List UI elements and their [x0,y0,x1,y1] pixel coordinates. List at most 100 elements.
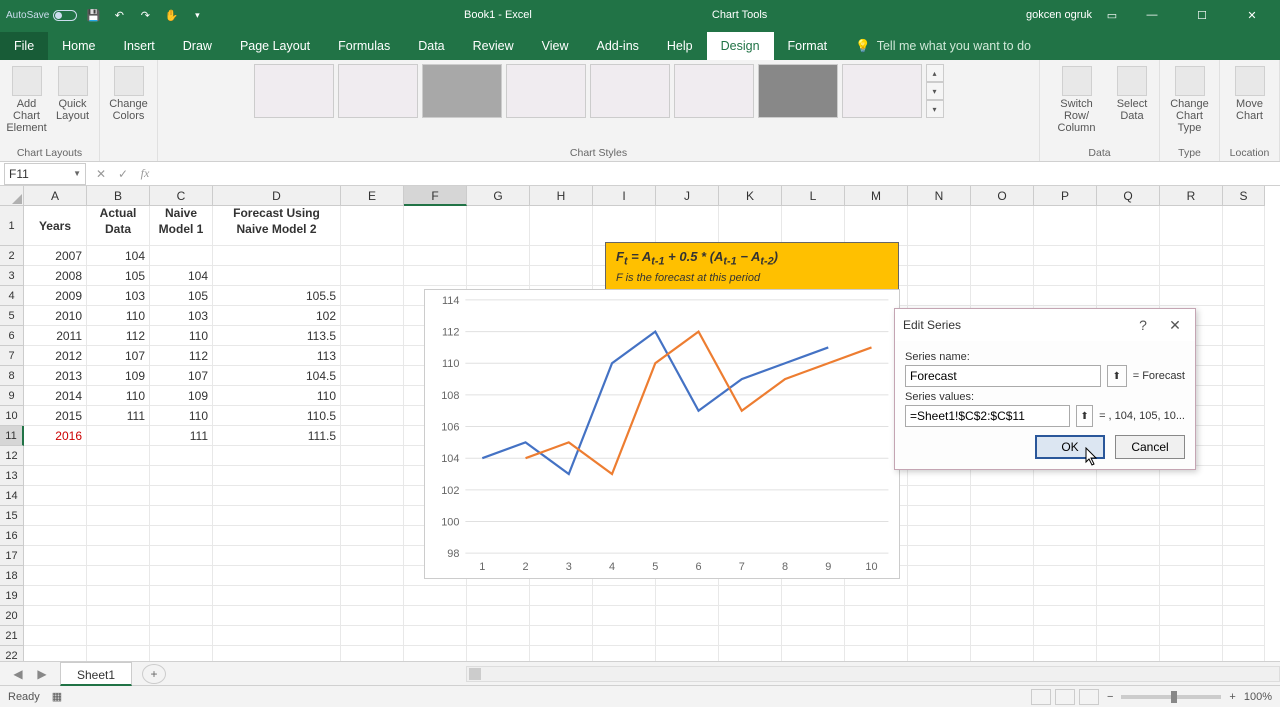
chart[interactable]: 9810010210410610811011211412345678910 [424,289,900,579]
fx-icon[interactable]: fx [134,164,156,184]
cell[interactable] [213,586,341,606]
collapse-range-icon[interactable]: ⬆ [1076,405,1093,427]
row-header[interactable]: 8 [0,366,24,386]
cell[interactable]: 2008 [24,266,87,286]
cell[interactable]: 103 [150,306,213,326]
save-icon[interactable]: 💾 [83,5,103,25]
cell[interactable]: 111 [87,406,150,426]
cell[interactable]: 113 [213,346,341,366]
cell[interactable] [719,586,782,606]
cell[interactable] [656,586,719,606]
cell[interactable] [150,506,213,526]
cell[interactable]: 2012 [24,346,87,366]
cell[interactable] [341,326,404,346]
enter-formula-icon[interactable]: ✓ [112,164,134,184]
row-header[interactable]: 15 [0,506,24,526]
cell[interactable] [1160,486,1223,506]
cell[interactable]: 104.5 [213,366,341,386]
quick-layout-button[interactable]: Quick Layout [52,64,94,124]
row-header[interactable]: 21 [0,626,24,646]
cell[interactable] [1223,306,1265,326]
cell[interactable] [213,606,341,626]
cell[interactable]: 2014 [24,386,87,406]
cell[interactable]: 112 [150,346,213,366]
cell[interactable] [341,626,404,646]
cell[interactable] [530,266,593,286]
chevron-down-icon[interactable]: ▼ [73,169,81,178]
cell[interactable] [719,646,782,661]
cell[interactable] [87,546,150,566]
cell[interactable] [1223,346,1265,366]
cell[interactable] [1160,626,1223,646]
cell[interactable] [593,586,656,606]
cell[interactable] [1097,626,1160,646]
cell[interactable] [341,266,404,286]
cell[interactable]: 104 [150,266,213,286]
minimize-button[interactable]: — [1132,0,1172,30]
cell[interactable] [908,206,971,246]
cell[interactable] [1097,586,1160,606]
row-header[interactable]: 16 [0,526,24,546]
cell[interactable] [971,646,1034,661]
cell[interactable] [908,486,971,506]
cell[interactable] [150,586,213,606]
cell[interactable] [213,646,341,661]
cell[interactable] [845,586,908,606]
cell[interactable] [1034,506,1097,526]
cell[interactable] [656,206,719,246]
column-header-N[interactable]: N [908,186,971,206]
cell[interactable] [87,426,150,446]
cell[interactable]: 2011 [24,326,87,346]
cell[interactable] [150,246,213,266]
cell[interactable] [1034,606,1097,626]
cell[interactable] [719,606,782,626]
ribbon-options-icon[interactable]: ▭ [1102,5,1122,25]
cell[interactable]: 109 [150,386,213,406]
chart-style-5[interactable] [590,64,670,118]
row-header[interactable]: 4 [0,286,24,306]
cell[interactable]: 107 [150,366,213,386]
row-header[interactable]: 18 [0,566,24,586]
cell[interactable] [341,246,404,266]
cell[interactable] [87,446,150,466]
undo-icon[interactable]: ↶ [109,5,129,25]
cell[interactable] [971,286,1034,306]
row-header[interactable]: 2 [0,246,24,266]
horizontal-scrollbar[interactable] [466,666,1280,682]
cell[interactable]: 111 [150,426,213,446]
cell[interactable] [213,246,341,266]
cell[interactable] [467,606,530,626]
cell[interactable]: 110 [150,326,213,346]
cell[interactable] [530,246,593,266]
cell[interactable] [1223,446,1265,466]
column-header-L[interactable]: L [782,186,845,206]
cell[interactable] [341,646,404,661]
cell[interactable] [150,486,213,506]
cell[interactable] [908,506,971,526]
row-header[interactable]: 10 [0,406,24,426]
cell[interactable] [213,266,341,286]
cell[interactable] [341,306,404,326]
row-header[interactable]: 20 [0,606,24,626]
cell[interactable] [1034,646,1097,661]
add-chart-element-button[interactable]: Add Chart Element [6,64,48,136]
cell[interactable] [1223,366,1265,386]
cell[interactable] [213,466,341,486]
cell[interactable] [530,646,593,661]
cell[interactable] [1223,406,1265,426]
sheet-nav-prev-icon[interactable]: ◀ [13,667,22,681]
cell[interactable] [87,486,150,506]
cell[interactable] [467,246,530,266]
tab-help[interactable]: Help [653,32,707,60]
cell[interactable] [1223,506,1265,526]
cell[interactable] [971,606,1034,626]
cell[interactable]: 107 [87,346,150,366]
cell[interactable] [150,566,213,586]
chart-style-gallery[interactable]: ▴ ▾ ▾ [254,64,944,118]
cell[interactable]: 103 [87,286,150,306]
cell[interactable] [782,626,845,646]
cell[interactable] [404,586,467,606]
cell[interactable] [1097,286,1160,306]
cell[interactable] [1223,606,1265,626]
cell[interactable] [782,606,845,626]
